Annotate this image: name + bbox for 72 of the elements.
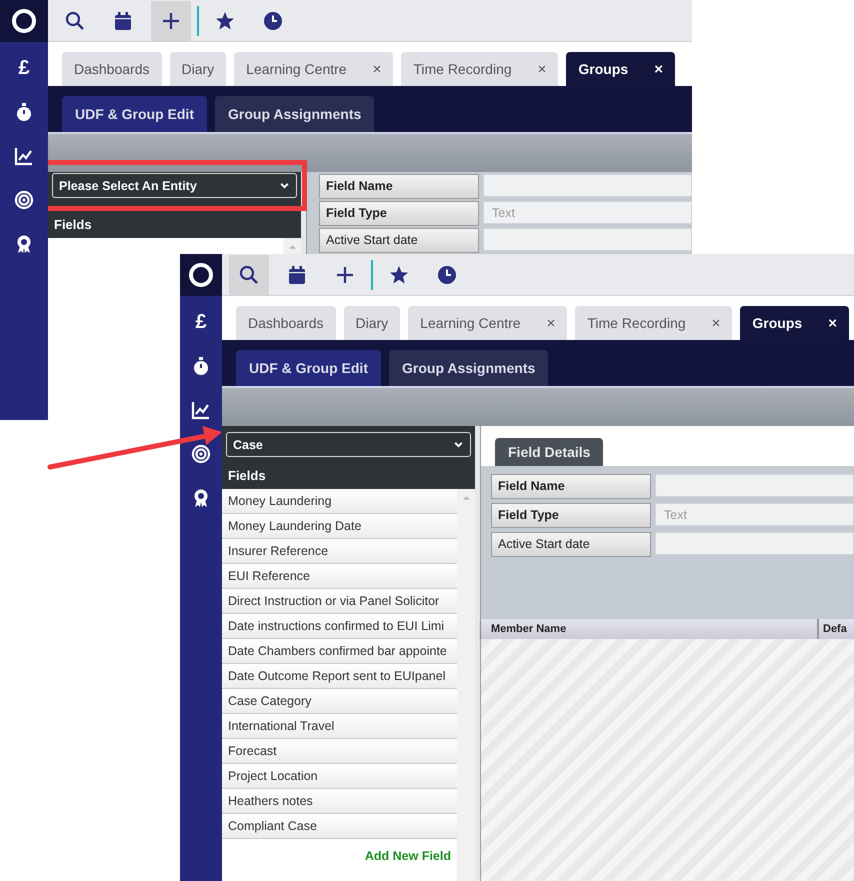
tab-label: Groups: [578, 61, 628, 77]
add-new-field-link[interactable]: Add New Field: [364, 849, 451, 863]
tab-label: Learning Centre: [246, 61, 347, 77]
fields-heading: Fields: [53, 216, 93, 234]
field-label: Field Name: [319, 174, 479, 199]
tab[interactable]: Diary: [344, 306, 400, 340]
subtab[interactable]: UDF & Group Edit: [236, 350, 381, 386]
plus-icon: [335, 264, 355, 284]
star-icon: [389, 264, 409, 284]
close-icon[interactable]: ×: [372, 60, 382, 78]
scrollbar[interactable]: [283, 238, 301, 254]
target-icon[interactable]: [14, 190, 34, 210]
entity-select[interactable]: Case: [226, 432, 471, 457]
scrollbar[interactable]: [457, 489, 475, 881]
plus-button[interactable]: [151, 0, 191, 40]
chart-icon[interactable]: [14, 146, 34, 166]
tab-label: Groups: [752, 315, 802, 331]
tab-label: Dashboards: [248, 315, 324, 331]
star-icon: [215, 10, 235, 30]
field-label: Field Name: [491, 474, 651, 499]
tab[interactable]: Dashboards: [236, 306, 336, 340]
tab-label: Time Recording: [413, 61, 512, 77]
tab[interactable]: Learning Centre ×: [234, 52, 394, 86]
target-icon[interactable]: [191, 444, 211, 464]
pound-icon[interactable]: £: [18, 46, 30, 90]
subtab[interactable]: UDF & Group Edit: [62, 96, 207, 132]
entity-select[interactable]: Please Select An Entity: [52, 173, 297, 198]
field-label: Active Start date: [319, 228, 479, 253]
tab[interactable]: Diary: [170, 52, 226, 86]
input-field[interactable]: [655, 474, 854, 497]
tab[interactable]: Learning Centre ×: [408, 306, 568, 340]
clock-icon: [263, 10, 283, 30]
search-button[interactable]: [229, 254, 269, 294]
tab-label: Learning Centre: [420, 315, 521, 331]
stopwatch-icon[interactable]: [14, 102, 34, 122]
search-icon: [65, 10, 85, 30]
clock-icon: [437, 264, 457, 284]
tab-label: Diary: [356, 315, 388, 331]
input-field[interactable]: [483, 228, 692, 251]
field-label: Field Type: [319, 201, 479, 226]
stopwatch-icon[interactable]: [191, 356, 211, 376]
close-icon[interactable]: ×: [538, 60, 546, 78]
tab-label: Diary: [182, 61, 214, 77]
tab[interactable]: Groups ×: [566, 52, 675, 86]
input-field[interactable]: [483, 174, 692, 197]
pound-icon[interactable]: £: [195, 300, 207, 344]
close-icon[interactable]: ×: [654, 60, 663, 78]
calendar-icon: [287, 264, 307, 284]
input-field[interactable]: Text: [483, 201, 692, 224]
input-field[interactable]: [655, 532, 854, 555]
search-icon: [239, 264, 259, 284]
field-label: Field Type: [491, 503, 651, 528]
chart-icon[interactable]: [191, 400, 211, 420]
subtab[interactable]: Group Assignments: [215, 96, 374, 132]
close-icon[interactable]: ×: [712, 314, 720, 332]
column-header[interactable]: Defa: [819, 619, 847, 639]
tab-label: Dashboards: [74, 61, 150, 77]
logo-icon: [0, 0, 48, 42]
tab[interactable]: Time Recording ×: [401, 52, 558, 86]
tab[interactable]: Dashboards: [62, 52, 162, 86]
tab[interactable]: Time Recording ×: [575, 306, 732, 340]
subtab[interactable]: Group Assignments: [389, 350, 548, 386]
plus-icon: [161, 10, 181, 30]
tab-label: Time Recording: [587, 315, 686, 331]
calendar-icon: [113, 10, 133, 30]
field-details-tab[interactable]: Field Details: [495, 438, 604, 466]
close-icon[interactable]: ×: [546, 314, 556, 332]
input-field[interactable]: Text: [655, 503, 854, 526]
field-label: Active Start date: [491, 532, 651, 557]
fields-heading: Fields: [227, 467, 267, 485]
tab[interactable]: Groups ×: [740, 306, 849, 340]
close-icon[interactable]: ×: [828, 314, 837, 332]
